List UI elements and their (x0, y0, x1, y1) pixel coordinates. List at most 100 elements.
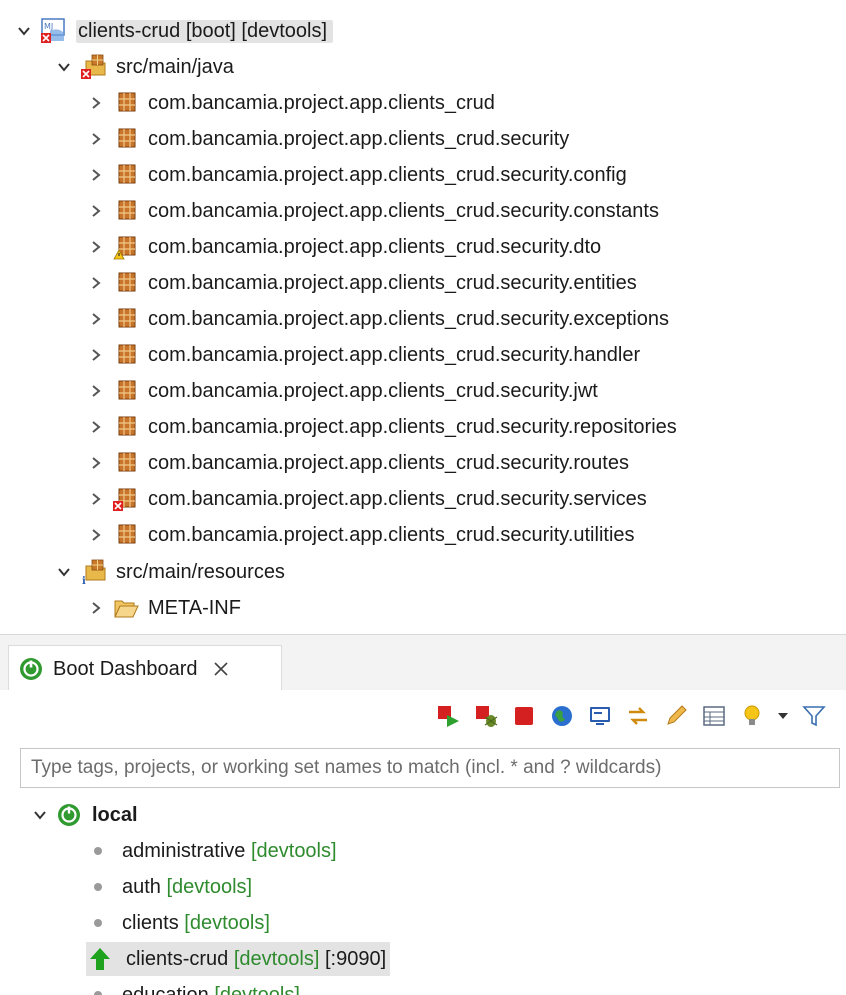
expose-icon[interactable] (624, 702, 652, 730)
tree-row-meta-inf[interactable]: META-INF (86, 591, 241, 625)
app-name: clients-crud (126, 947, 229, 970)
properties-icon[interactable] (700, 702, 728, 730)
tree-row-package[interactable]: com.bancamia.project.app.clients_crud.se… (86, 374, 598, 408)
package-icon (112, 377, 140, 405)
svg-text:i: i (82, 576, 86, 586)
package-icon (112, 305, 140, 333)
tree-row-package[interactable]: com.bancamia.project.app.clients_crud.se… (86, 158, 627, 192)
stopped-status-icon (94, 991, 102, 995)
chevron-right-icon[interactable] (86, 201, 106, 221)
chevron-right-icon[interactable] (86, 165, 106, 185)
package-label[interactable]: com.bancamia.project.app.clients_crud.se… (148, 452, 629, 475)
tree-row-src-main-java[interactable]: src/main/java (54, 50, 234, 84)
spring-boot-project-error-icon: MJ (40, 17, 68, 45)
app-tag: [devtools] (250, 839, 337, 862)
package-label[interactable]: com.bancamia.project.app.clients_crud.se… (148, 380, 598, 403)
resource-folder-icon: i (80, 558, 108, 586)
restart-debug-icon[interactable] (472, 702, 500, 730)
tree-row-package[interactable]: com.bancamia.project.app.clients_crud.se… (86, 122, 569, 156)
edit-icon[interactable] (662, 702, 690, 730)
tree-row-package[interactable]: com.bancamia.project.app.clients_crud.se… (86, 446, 629, 480)
tree-row-package[interactable]: com.bancamia.project.app.clients_crud.se… (86, 266, 637, 300)
app-name: education (122, 983, 209, 995)
chevron-right-icon[interactable] (86, 453, 106, 473)
stopped-status-icon (94, 847, 102, 855)
open-browser-icon[interactable] (548, 702, 576, 730)
tree-row-local[interactable]: local (30, 798, 138, 832)
filter-input[interactable] (20, 748, 840, 788)
chevron-right-icon[interactable] (86, 93, 106, 113)
chevron-right-icon[interactable] (86, 381, 106, 401)
chevron-right-icon[interactable] (86, 237, 106, 257)
package-label[interactable]: com.bancamia.project.app.clients_crud.se… (148, 272, 637, 295)
app-row[interactable]: auth [devtools] (86, 870, 252, 904)
dropdown-icon[interactable] (776, 702, 790, 730)
chevron-right-icon[interactable] (86, 345, 106, 365)
tree-row-package[interactable]: com.bancamia.project.app.clients_crud.se… (86, 230, 601, 264)
chevron-right-icon[interactable] (86, 309, 106, 329)
meta-inf-label[interactable]: META-INF (148, 597, 241, 620)
app-tag: [devtools] (214, 983, 300, 995)
package-label[interactable]: com.bancamia.project.app.clients_crud.se… (148, 524, 635, 547)
package-label[interactable]: com.bancamia.project.app.clients_crud (148, 92, 495, 115)
lightbulb-icon[interactable] (738, 702, 766, 730)
tab-boot-dashboard[interactable]: Boot Dashboard (8, 645, 282, 692)
project-label[interactable]: clients-crud [boot] [devtools] (76, 19, 334, 43)
chevron-down-icon[interactable] (14, 21, 34, 41)
app-name: clients (122, 911, 179, 934)
package-label[interactable]: com.bancamia.project.app.clients_crud.se… (148, 236, 601, 259)
filter-icon[interactable] (800, 702, 828, 730)
app-row[interactable]: clients [devtools] (86, 906, 270, 940)
chevron-right-icon[interactable] (86, 598, 106, 618)
tree-row-project[interactable]: MJ clients-crud [boot] [devtools] (14, 14, 334, 48)
app-row[interactable]: administrative [devtools] (86, 834, 337, 868)
package-label[interactable]: com.bancamia.project.app.clients_crud.se… (148, 200, 659, 223)
package-label[interactable]: com.bancamia.project.app.clients_crud.se… (148, 488, 647, 511)
restart-icon[interactable] (434, 702, 462, 730)
tree-row-package[interactable]: com.bancamia.project.app.clients_crud.se… (86, 482, 647, 516)
spring-boot-icon (56, 801, 82, 829)
app-port: [:9090] (325, 947, 387, 970)
app-row[interactable]: education [devtools] (86, 978, 300, 995)
console-icon[interactable] (586, 702, 614, 730)
tree-row-package[interactable]: com.bancamia.project.app.clients_crud (86, 86, 495, 120)
chevron-down-icon[interactable] (54, 562, 74, 582)
chevron-down-icon[interactable] (30, 805, 50, 825)
package-label[interactable]: com.bancamia.project.app.clients_crud.se… (148, 164, 627, 187)
app-tag: [devtools] (166, 875, 253, 898)
package-label[interactable]: com.bancamia.project.app.clients_crud.se… (148, 128, 569, 151)
package-label[interactable]: com.bancamia.project.app.clients_crud.se… (148, 308, 669, 331)
stop-icon[interactable] (510, 702, 538, 730)
package-label[interactable]: com.bancamia.project.app.clients_crud.se… (148, 344, 640, 367)
local-label[interactable]: local (92, 804, 138, 827)
svg-text:MJ: MJ (44, 22, 53, 31)
package-icon (112, 341, 140, 369)
chevron-right-icon[interactable] (86, 417, 106, 437)
spring-boot-icon (19, 657, 43, 681)
package-icon (112, 521, 140, 549)
app-tag: [devtools] (233, 947, 320, 970)
chevron-right-icon[interactable] (86, 489, 106, 509)
package-label[interactable]: com.bancamia.project.app.clients_crud.se… (148, 416, 677, 439)
close-icon[interactable] (212, 660, 230, 678)
tree-row-src-main-resources[interactable]: i src/main/resources (54, 555, 285, 589)
chevron-right-icon[interactable] (86, 129, 106, 149)
package-error-icon (112, 485, 140, 513)
src-main-java-label[interactable]: src/main/java (116, 56, 234, 79)
tree-row-package[interactable]: com.bancamia.project.app.clients_crud.se… (86, 194, 659, 228)
chevron-right-icon[interactable] (86, 273, 106, 293)
source-folder-error-icon (80, 53, 108, 81)
stopped-status-icon (94, 919, 102, 927)
package-icon (112, 413, 140, 441)
tree-row-package[interactable]: com.bancamia.project.app.clients_crud.se… (86, 302, 669, 336)
boot-dashboard-tabbar: Boot Dashboard (0, 634, 846, 692)
tree-row-package[interactable]: com.bancamia.project.app.clients_crud.se… (86, 518, 635, 552)
package-icon (112, 89, 140, 117)
app-row[interactable]: clients-crud [devtools] [:9090] (86, 942, 391, 976)
tree-row-package[interactable]: com.bancamia.project.app.clients_crud.se… (86, 410, 677, 444)
chevron-right-icon[interactable] (86, 525, 106, 545)
src-main-resources-label[interactable]: src/main/resources (116, 561, 285, 584)
tree-row-package[interactable]: com.bancamia.project.app.clients_crud.se… (86, 338, 640, 372)
chevron-down-icon[interactable] (54, 57, 74, 77)
package-icon (112, 449, 140, 477)
